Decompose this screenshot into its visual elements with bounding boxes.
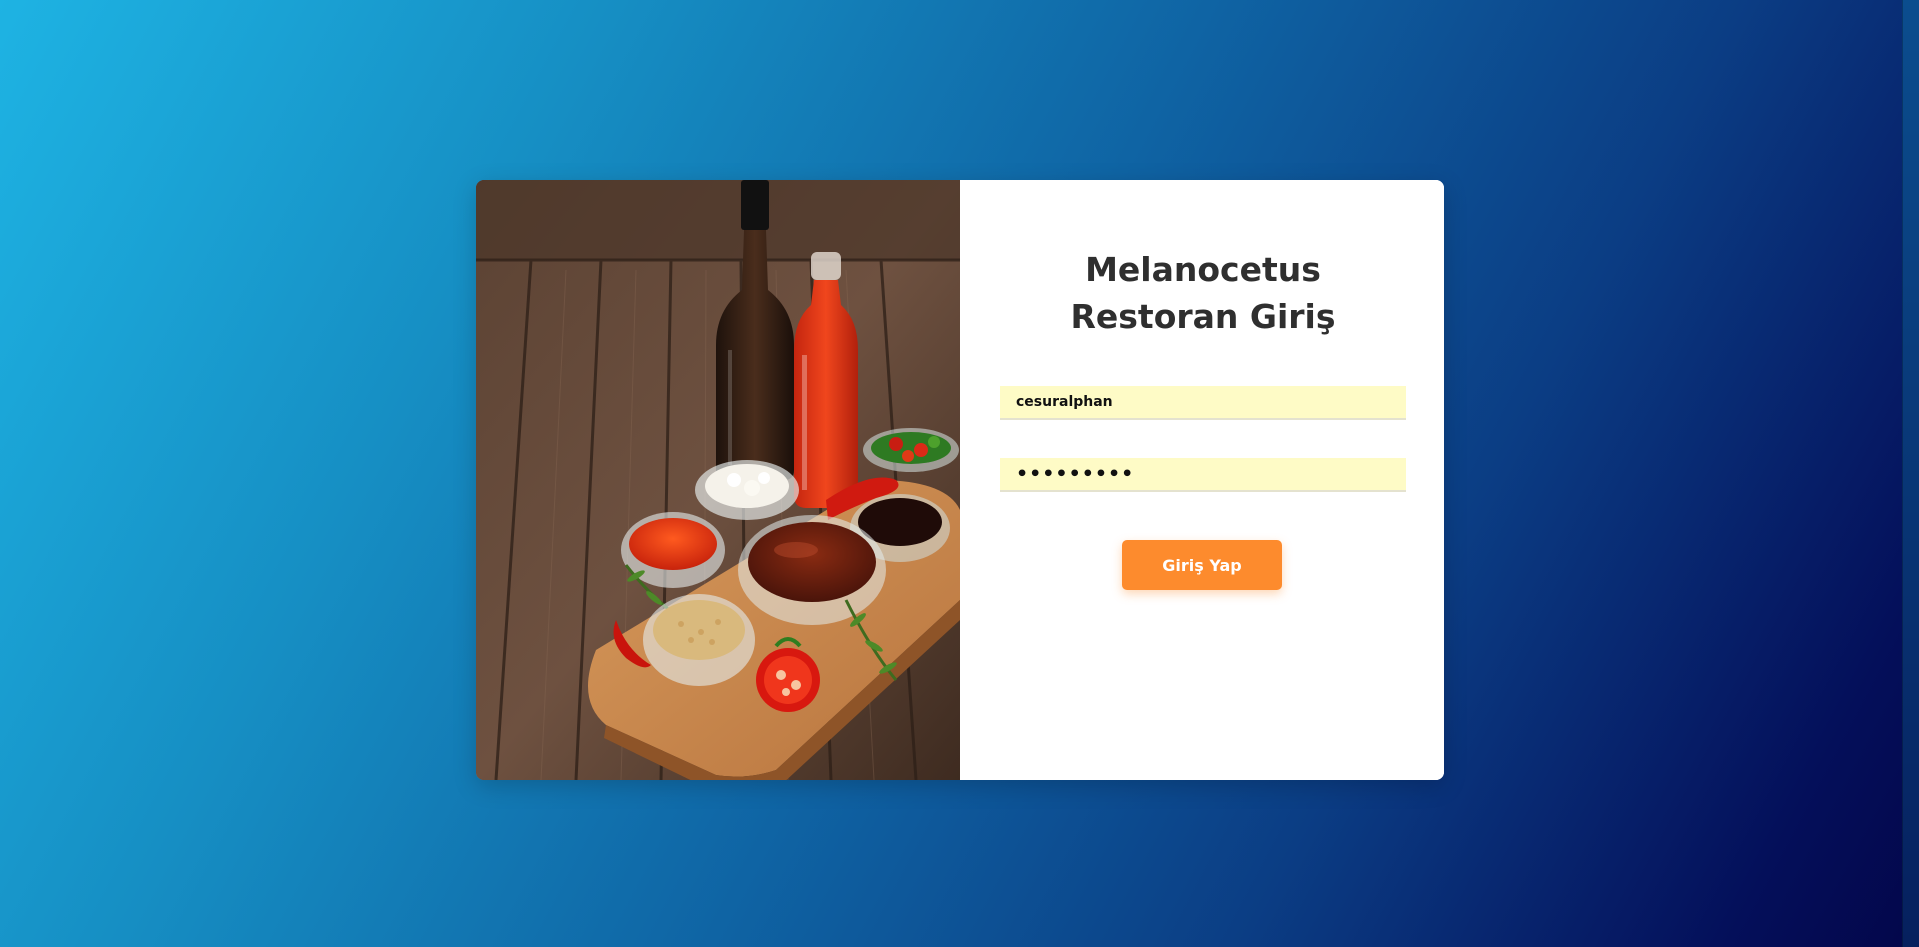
login-form-panel: Melanocetus Restoran Giriş Giriş Yap (960, 180, 1444, 780)
login-button[interactable]: Giriş Yap (1122, 540, 1282, 590)
page-scrollbar[interactable] (1902, 0, 1919, 947)
page-title: Melanocetus Restoran Giriş (1070, 250, 1336, 336)
password-input[interactable] (1000, 458, 1406, 492)
username-input[interactable] (1000, 386, 1406, 420)
login-card: Melanocetus Restoran Giriş Giriş Yap (476, 180, 1444, 780)
food-photo (476, 180, 960, 780)
